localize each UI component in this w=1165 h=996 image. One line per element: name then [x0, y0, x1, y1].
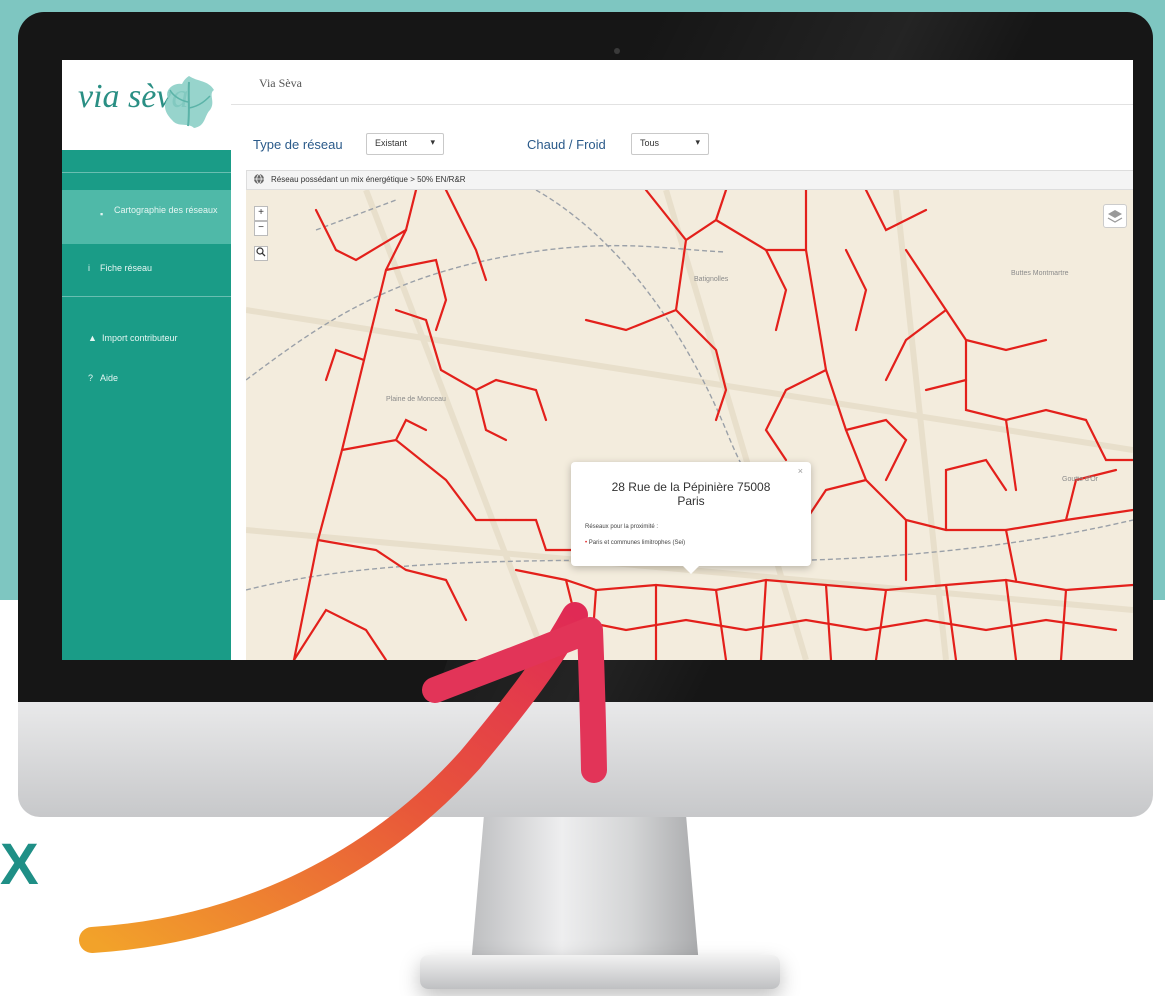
- info-icon: i: [88, 263, 90, 273]
- select-value: Tous: [640, 138, 660, 148]
- sidebar-item-label: Fiche réseau: [100, 263, 153, 273]
- monitor-stand: [470, 817, 700, 977]
- network-type-label: Type de réseau: [253, 137, 343, 152]
- popup-subtitle: Réseaux pour la proximité :: [585, 524, 659, 530]
- close-icon[interactable]: ×: [798, 466, 803, 476]
- layers-icon: [1107, 210, 1123, 223]
- select-value: Existant: [375, 138, 408, 148]
- monitor-stand-base: [420, 955, 780, 989]
- map-canvas[interactable]: [246, 190, 1133, 660]
- help-icon: ?: [88, 373, 94, 383]
- monitor-chin: [18, 702, 1153, 817]
- screen: via sèva ▪ Cartographie des réseaux i Fi…: [62, 60, 1133, 660]
- map-search-button[interactable]: [254, 246, 268, 261]
- camera-icon: [614, 48, 620, 54]
- filter-bar: Type de réseau Existant ▾ Chaud / Froid …: [231, 105, 1133, 163]
- map-place-label: Batignolles: [694, 276, 729, 283]
- user-icon: ▲: [88, 333, 97, 343]
- map[interactable]: + − Batignolles Buttes Montmartre Plaine…: [246, 190, 1133, 660]
- map-place-label: Goutte d'Or: [1062, 476, 1098, 483]
- page-title: Via Sèva: [259, 76, 302, 90]
- logo-area[interactable]: via sèva: [62, 60, 231, 150]
- popup-network-item[interactable]: • Paris et communes limitrophes (Sei): [585, 540, 685, 546]
- sidebar-item-fiche-reseau[interactable]: i Fiche réseau: [62, 256, 231, 280]
- legend-text: Réseau possédant un mix énergétique > 50…: [271, 175, 466, 184]
- popup-address-line2: Paris: [677, 494, 705, 508]
- sidebar-divider: [62, 296, 231, 297]
- sidebar: via sèva ▪ Cartographie des réseaux i Fi…: [62, 60, 231, 660]
- popup-address: 28 Rue de la Pépinière 75008 Paris: [581, 480, 801, 508]
- partial-letter-x: X: [0, 832, 39, 897]
- zoom-out-button[interactable]: −: [254, 221, 268, 236]
- map-place-label: Buttes Montmartre: [1011, 270, 1069, 277]
- zoom-in-button[interactable]: +: [254, 206, 268, 221]
- search-icon: [256, 247, 266, 257]
- sidebar-item-label: Cartographie des réseaux: [114, 205, 218, 215]
- globe-icon: [254, 173, 264, 185]
- popup-address-line1: 28 Rue de la Pépinière 75008: [611, 480, 771, 494]
- popup-network-label: Paris et communes limitrophes (Sei): [588, 540, 686, 546]
- heating-network: [292, 190, 1133, 660]
- sidebar-item-import[interactable]: ▲ Import contributeur: [62, 326, 231, 350]
- map-roads: [246, 190, 1133, 660]
- layers-button[interactable]: [1103, 204, 1127, 228]
- sidebar-item-cartographie[interactable]: ▪ Cartographie des réseaux: [62, 190, 231, 244]
- legend-bar: Réseau possédant un mix énergétique > 50…: [246, 170, 1133, 190]
- heat-cold-label: Chaud / Froid: [527, 137, 606, 152]
- network-type-select[interactable]: Existant ▾: [366, 133, 444, 155]
- heat-cold-select[interactable]: Tous ▾: [631, 133, 709, 155]
- sidebar-item-label: Import contributeur: [102, 333, 178, 343]
- sidebar-divider: [62, 172, 231, 173]
- sidebar-item-label: Aide: [100, 373, 119, 383]
- address-popup: × 28 Rue de la Pépinière 75008 Paris Rés…: [571, 462, 811, 574]
- caret-down-icon: ▾: [430, 137, 435, 147]
- caret-down-icon: ▾: [695, 137, 700, 147]
- map-place-label: Plaine de Monceau: [386, 396, 446, 403]
- app-header: Via Sèva: [231, 60, 1133, 105]
- map-icon: ▪: [100, 209, 104, 219]
- leaf-logo-icon: [165, 76, 214, 128]
- sidebar-item-aide[interactable]: ? Aide: [62, 366, 231, 390]
